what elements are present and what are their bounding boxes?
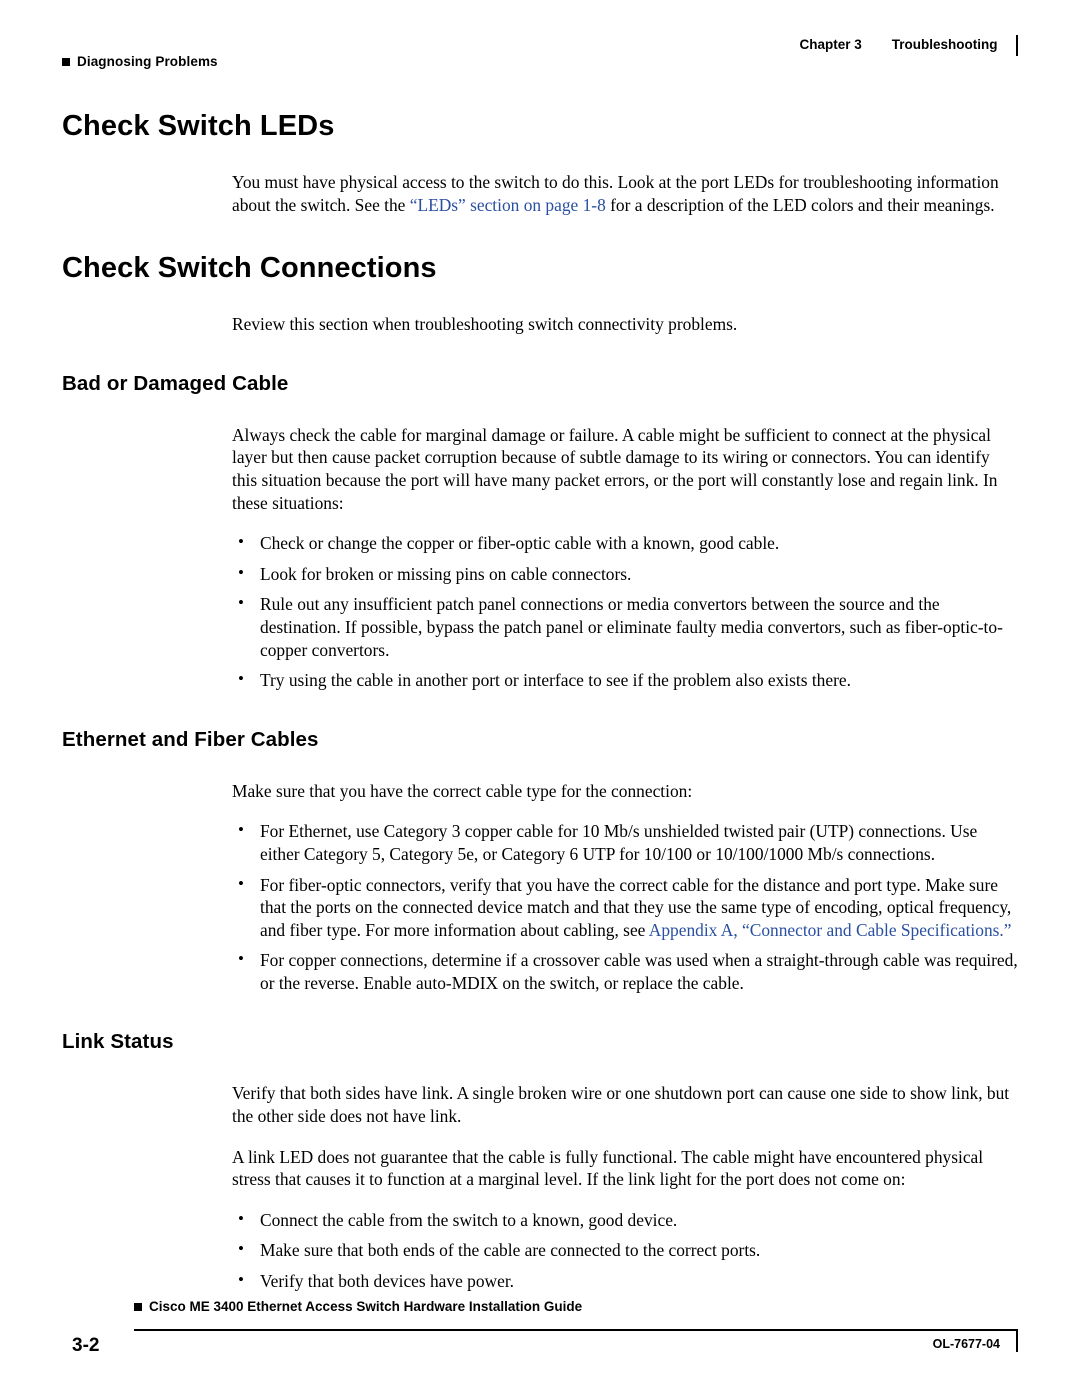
list-item: For Ethernet, use Category 3 copper cabl… — [232, 819, 1018, 865]
chapter-title: Troubleshooting — [891, 37, 998, 52]
list-item: For copper connections, determine if a c… — [232, 948, 1018, 994]
list-item: Check or change the copper or fiber-opti… — [232, 531, 1018, 555]
page-footer: Cisco ME 3400 Ethernet Access Switch Har… — [62, 1299, 1018, 1356]
bad-or-damaged-cable-section: Bad or Damaged Cable — [62, 372, 1018, 396]
bad-cable-bullet-list: Check or change the copper or fiber-opti… — [232, 531, 1018, 692]
footer-doc-title-text: Cisco ME 3400 Ethernet Access Switch Har… — [149, 1299, 583, 1314]
heading-ethernet-and-fiber-cables: Ethernet and Fiber Cables — [62, 727, 319, 751]
page-number: 3-2 — [72, 1335, 100, 1356]
running-head-text: Diagnosing Problems — [77, 54, 218, 69]
heading-bad-or-damaged-cable: Bad or Damaged Cable — [62, 371, 289, 395]
paragraph: Verify that both sides have link. A sing… — [232, 1083, 1010, 1127]
list-item: Try using the cable in another port or i… — [232, 668, 1018, 692]
list-item: Make sure that both ends of the cable ar… — [232, 1238, 1018, 1262]
paragraph: Make sure that you have the correct cabl… — [232, 780, 693, 801]
list-item: For fiber-optic connectors, verify that … — [232, 873, 1018, 942]
leds-section-link[interactable]: “LEDs” section on page 1-8 — [410, 195, 606, 215]
footer-rule — [134, 1329, 1018, 1331]
paragraph-text-part2: for a description of the LED colors and … — [605, 194, 995, 215]
footer-vertical-rule — [1015, 1331, 1018, 1352]
heading-check-switch-connections: Check Switch Connections — [62, 252, 437, 285]
list-item: Verify that both devices have power. — [232, 1269, 1018, 1293]
link-status-body: Verify that both sides have link. A sing… — [232, 1082, 1018, 1292]
document-number: OL-7677-04 — [932, 1337, 1000, 1351]
paragraph: Review this section when troubleshooting… — [232, 314, 738, 335]
square-bullet-icon — [134, 1302, 142, 1311]
paragraph: You must have physical access to the swi… — [232, 171, 1018, 216]
appendix-a-link[interactable]: Appendix A, “Connector and Cable Specifi… — [649, 920, 1012, 940]
page-content: Check Switch LEDs You must have physical… — [62, 110, 1018, 1301]
document-page: Diagnosing Problems Chapter 3 Troublesho… — [0, 0, 1080, 1397]
paragraph: Always check the cable for marginal dama… — [232, 424, 998, 513]
ethernet-and-fiber-cables-body: Make sure that you have the correct cabl… — [232, 780, 1018, 995]
header-rule — [1015, 35, 1018, 56]
footer-doc-title: Cisco ME 3400 Ethernet Access Switch Har… — [134, 1299, 582, 1314]
ethernet-fiber-bullet-list: For Ethernet, use Category 3 copper cabl… — [232, 819, 1018, 994]
link-status-bullet-list: Connect the cable from the switch to a k… — [232, 1208, 1018, 1293]
list-item: Connect the cable from the switch to a k… — [232, 1208, 1018, 1232]
heading-check-switch-leds: Check Switch LEDs — [62, 110, 335, 142]
running-head-right: Chapter 3 Troubleshooting — [799, 34, 1018, 56]
check-switch-leds-body: You must have physical access to the swi… — [232, 171, 1018, 216]
square-bullet-icon — [62, 57, 70, 66]
heading-link-status: Link Status — [62, 1030, 174, 1054]
list-item: Look for broken or missing pins on cable… — [232, 562, 1018, 586]
list-item: Rule out any insufficient patch panel co… — [232, 592, 1018, 661]
check-switch-connections-body: Review this section when troubleshooting… — [232, 313, 1018, 336]
bad-or-damaged-cable-body: Always check the cable for marginal dama… — [232, 424, 1018, 692]
chapter-label: Chapter 3 — [799, 37, 862, 52]
page-header: Diagnosing Problems Chapter 3 Troublesho… — [62, 30, 1018, 74]
running-head-left: Diagnosing Problems — [62, 54, 218, 69]
paragraph: A link LED does not guarantee that the c… — [232, 1146, 984, 1190]
